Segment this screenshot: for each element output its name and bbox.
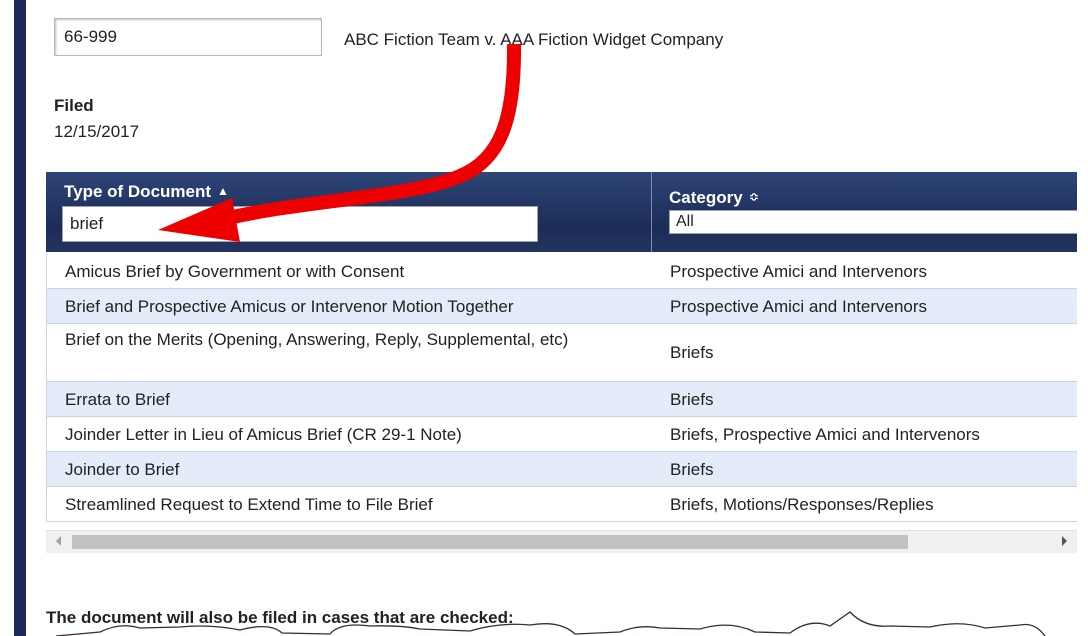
column-header-label[interactable]: Type of Document ▲	[64, 182, 229, 202]
also-filed-label: The document will also be filed in cases…	[46, 608, 514, 627]
table-row[interactable]: Errata to Brief Briefs	[46, 382, 1077, 417]
type-of-document-label[interactable]: Type of Document	[64, 182, 211, 201]
category-cell[interactable]: Briefs	[670, 452, 713, 487]
type-of-document-cell[interactable]: Streamlined Request to Extend Time to Fi…	[65, 487, 625, 522]
type-of-document-cell[interactable]: Errata to Brief	[65, 382, 625, 417]
category-cell[interactable]: Briefs	[670, 324, 713, 382]
document-type-grid: Type of Document ▲ Category ≎ All Amicus B…	[46, 172, 1077, 556]
column-header-label[interactable]: Category ≎	[669, 188, 759, 208]
type-of-document-cell[interactable]: Amicus Brief by Government or with Conse…	[65, 254, 625, 289]
category-cell[interactable]: Prospective Amici and Intervenors	[670, 254, 927, 289]
sort-unsorted-icon[interactable]: ≎	[749, 190, 759, 204]
type-of-document-cell[interactable]: Brief and Prospective Amicus or Interven…	[65, 289, 625, 324]
category-label[interactable]: Category	[669, 188, 743, 207]
scrollbar-thumb[interactable]	[72, 535, 908, 549]
type-of-document-cell[interactable]: Joinder Letter in Lieu of Amicus Brief (…	[65, 417, 625, 452]
table-row[interactable]: Amicus Brief by Government or with Conse…	[46, 254, 1077, 289]
case-title: ABC Fiction Team v. AAA Fiction Widget C…	[344, 30, 724, 49]
type-of-document-cell[interactable]: Brief on the Merits (Opening, Answering,…	[65, 330, 625, 350]
table-row[interactable]: Joinder to Brief Briefs	[46, 452, 1077, 487]
column-header-type-of-document[interactable]: Type of Document ▲	[46, 172, 652, 252]
category-cell[interactable]: Briefs	[670, 382, 713, 417]
table-row[interactable]: Brief and Prospective Amicus or Interven…	[46, 289, 1077, 324]
grid-rows: Amicus Brief by Government or with Conse…	[46, 254, 1077, 522]
filed-date: 12/15/2017	[54, 122, 140, 141]
category-cell[interactable]: Briefs, Motions/Responses/Replies	[670, 487, 934, 522]
type-of-document-cell[interactable]: Joinder to Brief	[65, 452, 625, 487]
category-filter-select[interactable]: All	[669, 210, 1077, 234]
scroll-right-arrow-icon[interactable]	[1062, 536, 1067, 546]
table-row[interactable]: Joinder Letter in Lieu of Amicus Brief (…	[46, 417, 1077, 452]
category-cell[interactable]: Briefs, Prospective Amici and Intervenor…	[670, 417, 980, 452]
scroll-left-arrow-icon[interactable]	[56, 536, 61, 546]
category-cell[interactable]: Prospective Amici and Intervenors	[670, 289, 927, 324]
table-row[interactable]: Streamlined Request to Extend Time to Fi…	[46, 487, 1077, 522]
case-number-field[interactable]	[54, 18, 322, 56]
left-accent-bar	[14, 0, 26, 636]
grid-header: Type of Document ▲ Category ≎ All	[46, 172, 1077, 252]
sort-ascending-icon[interactable]: ▲	[217, 184, 229, 198]
table-row[interactable]: Brief on the Merits (Opening, Answering,…	[46, 324, 1077, 382]
type-of-document-filter-input[interactable]	[62, 206, 538, 242]
filed-label: Filed	[54, 96, 94, 115]
page: ABC Fiction Team v. AAA Fiction Widget C…	[0, 0, 1088, 636]
horizontal-scrollbar[interactable]	[46, 530, 1077, 553]
column-header-category[interactable]: Category ≎ All	[653, 172, 1077, 252]
